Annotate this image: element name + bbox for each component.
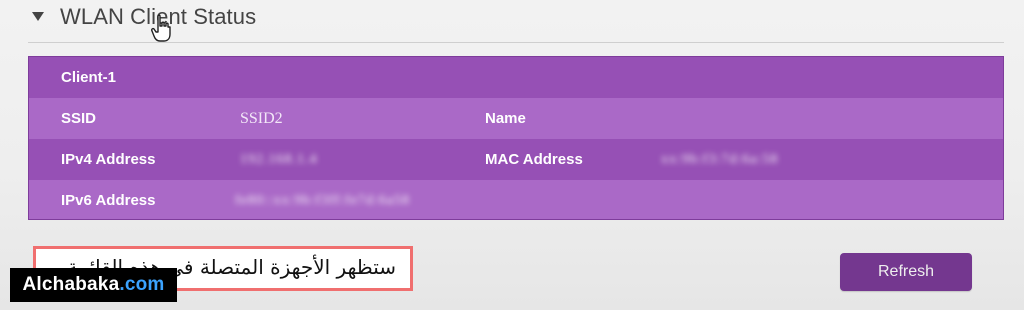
- ipv6-address-value: fe80::xx:9b:f3ff:fe7d:6a58: [235, 193, 411, 208]
- client-heading: Client-1: [61, 69, 117, 86]
- ipv6-row: IPv6 Address fe80::xx:9b:f3ff:fe7d:6a58: [29, 180, 1003, 219]
- client-status-table: Client-1 SSID SSID2 Name IPv4 Address 19…: [28, 56, 1004, 220]
- ssid-value: SSID2: [240, 110, 283, 127]
- ipv4-address-label: IPv4 Address: [61, 151, 156, 168]
- ssid-label: SSID: [61, 110, 97, 127]
- wlan-client-status-header[interactable]: WLAN Client Status: [28, 0, 1004, 43]
- mac-address-value: xx:9b:f3:7d:6a:58: [661, 152, 779, 167]
- collapse-arrow-icon[interactable]: [32, 12, 44, 21]
- section-title[interactable]: WLAN Client Status: [60, 4, 256, 30]
- mac-address-label: MAC Address: [485, 151, 583, 168]
- client-title-row: Client-1: [29, 57, 1003, 98]
- brand-suffix-text: .com: [119, 274, 165, 295]
- ipv4-row: IPv4 Address 192.168.1.4 MAC Address xx:…: [29, 139, 1003, 180]
- ipv4-address-value: 192.168.1.4: [240, 152, 318, 167]
- refresh-button[interactable]: Refresh: [840, 253, 972, 291]
- ssid-row: SSID SSID2 Name: [29, 98, 1003, 139]
- brand-watermark: Alchabaka .com: [10, 268, 177, 302]
- name-label: Name: [485, 110, 526, 127]
- brand-main-text: Alchabaka: [22, 274, 120, 295]
- ipv6-address-label: IPv6 Address: [61, 192, 156, 209]
